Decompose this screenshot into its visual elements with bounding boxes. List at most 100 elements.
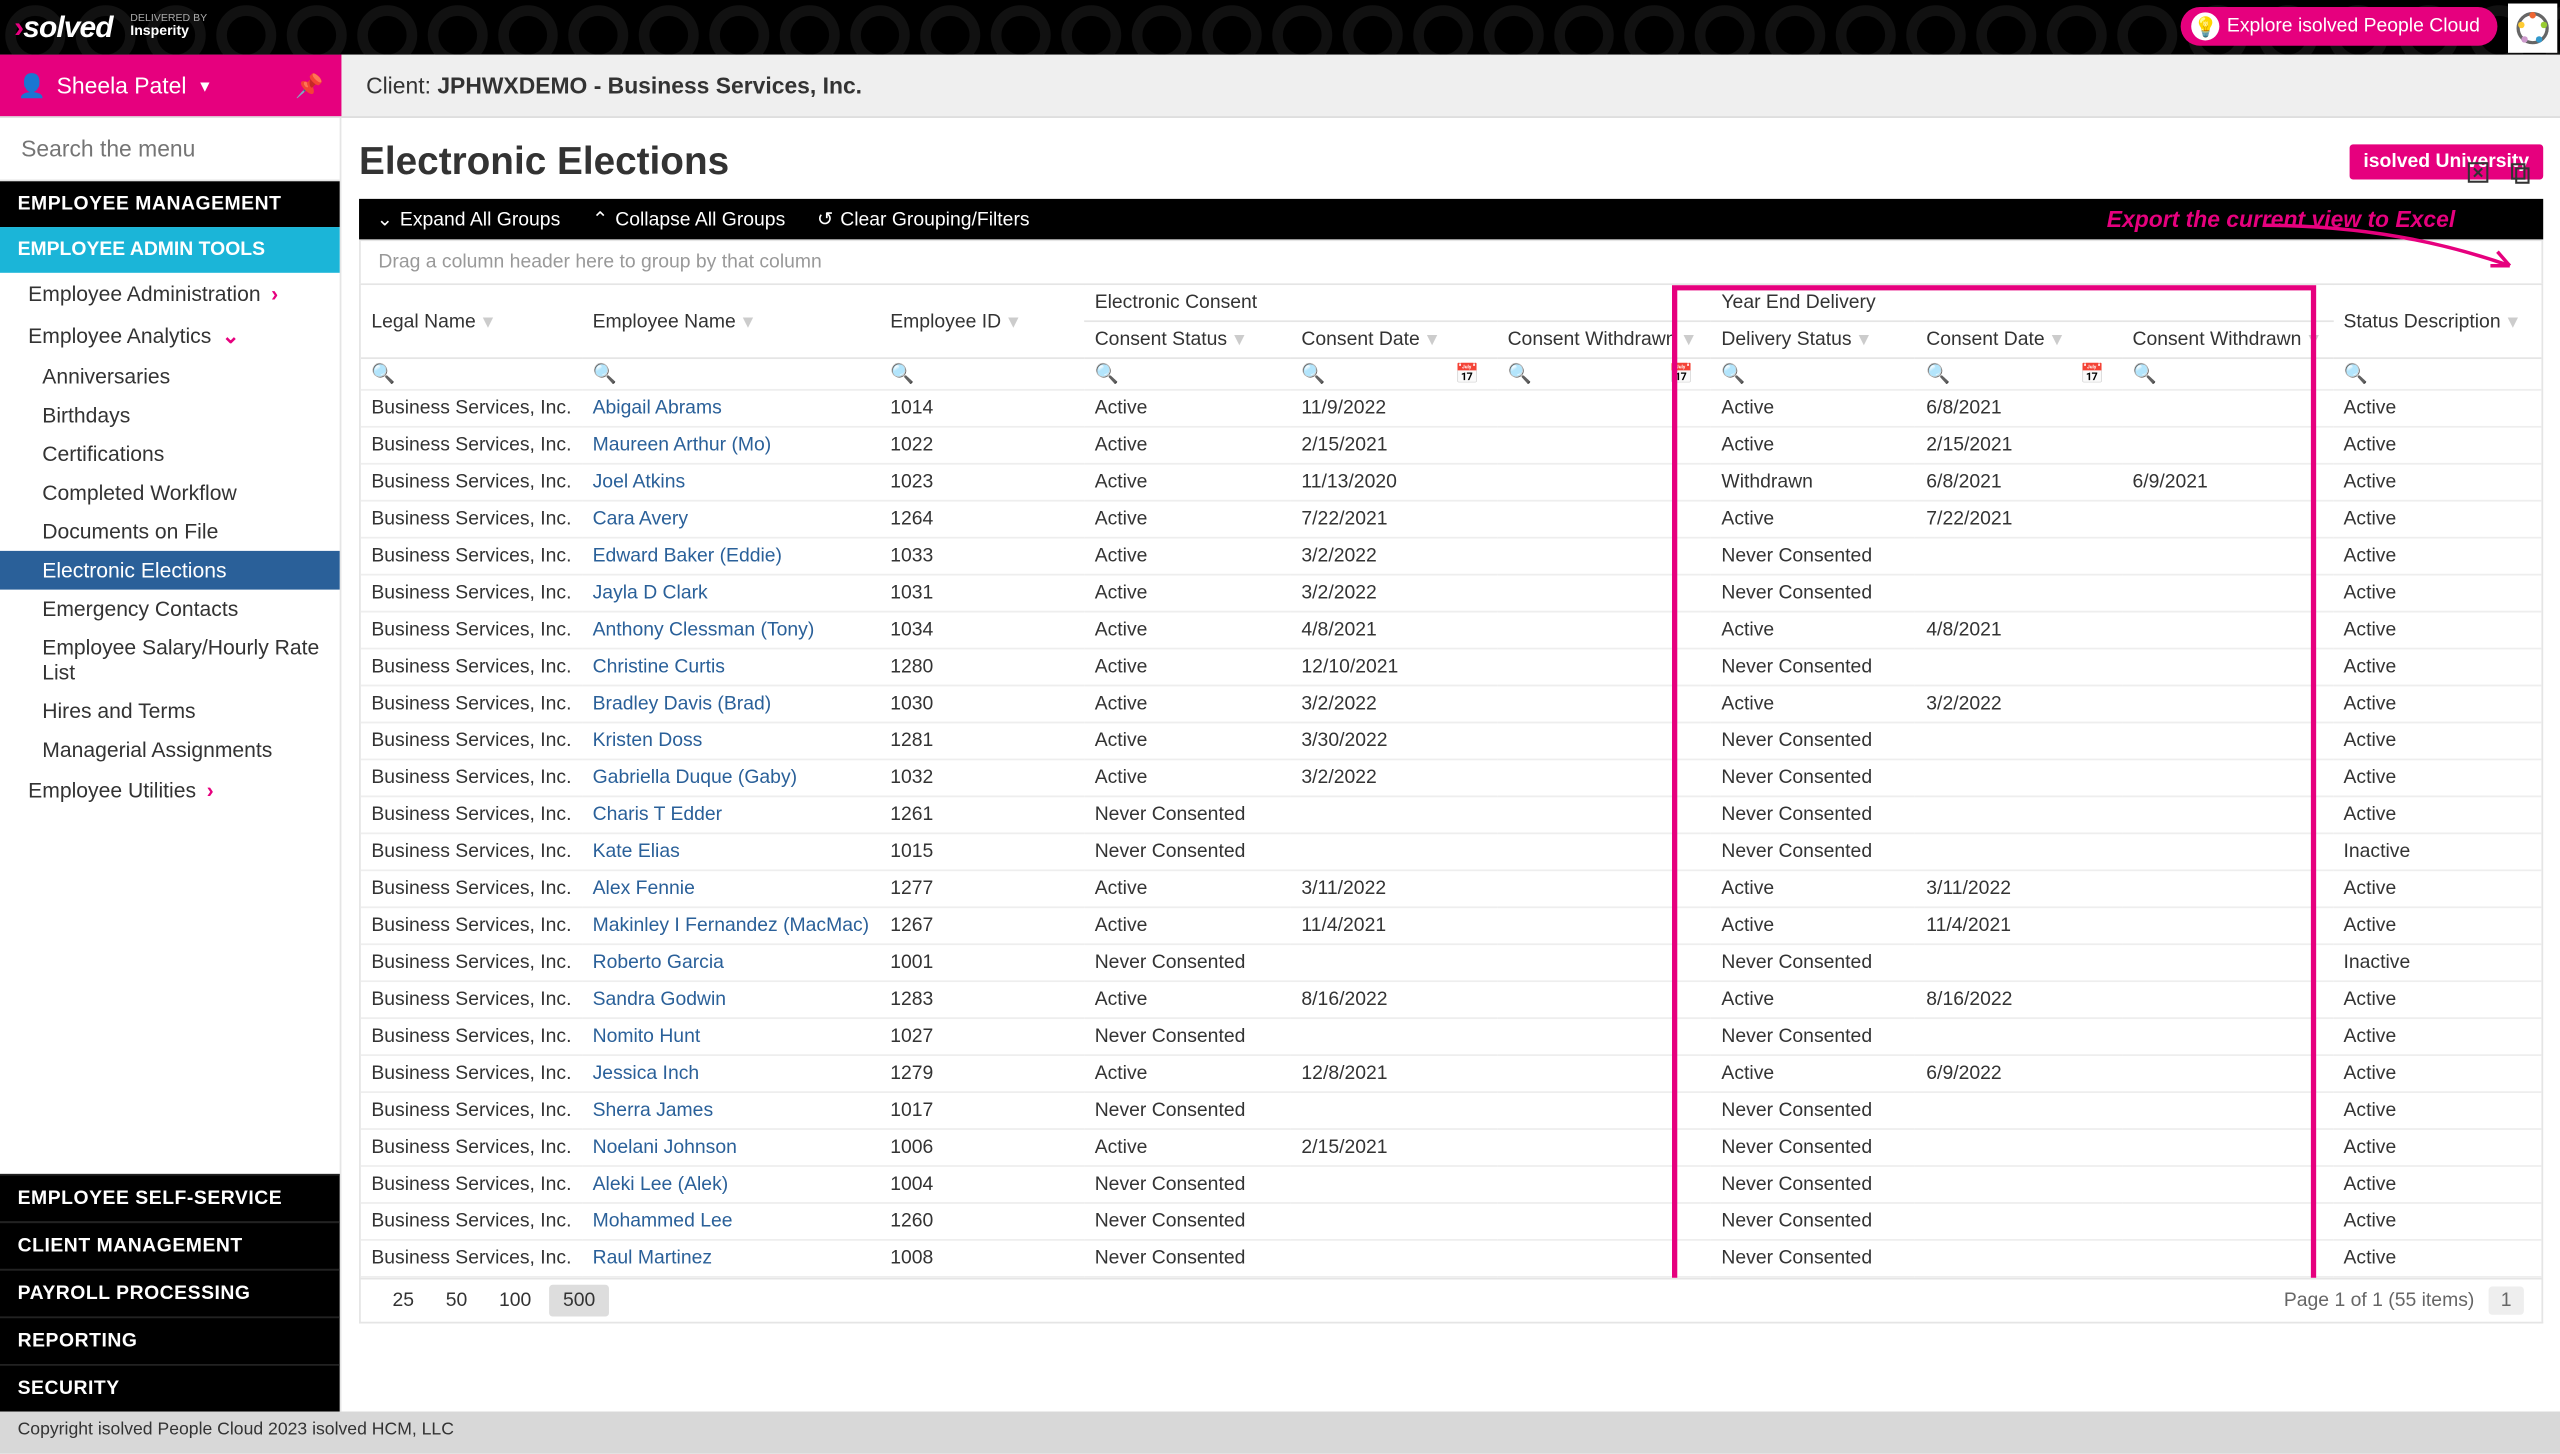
filter-icon[interactable]: ▼ <box>1680 331 1697 350</box>
filter-icon[interactable]: ▼ <box>1855 331 1872 350</box>
menu-search[interactable] <box>0 118 340 181</box>
cell-employee-name[interactable]: Kristen Doss <box>582 722 880 759</box>
group-drop-area[interactable]: Drag a column header here to group by th… <box>359 239 2543 283</box>
table-row[interactable]: Business Services, Inc.Kristen Doss1281A… <box>361 722 2542 759</box>
table-row[interactable]: Business Services, Inc.Gabriella Duque (… <box>361 759 2542 796</box>
search-delivery-status[interactable]: 🔍 <box>1711 358 1916 390</box>
cell-employee-name[interactable]: Joel Atkins <box>582 464 880 501</box>
page-size-100[interactable]: 100 <box>485 1285 545 1317</box>
nav-sub-emergency-contacts[interactable]: Emergency Contacts <box>0 590 340 629</box>
nav-sub-completed-workflow[interactable]: Completed Workflow <box>0 473 340 512</box>
search-consent-withdrawn[interactable]: 🔍📅 <box>1497 358 1711 390</box>
nav-sub-managerial-assignments[interactable]: Managerial Assignments <box>0 730 340 769</box>
col-status-description[interactable]: Status Description▼ <box>2333 285 2542 358</box>
nav-section-payroll-processing[interactable]: PAYROLL PROCESSING <box>0 1269 340 1317</box>
table-row[interactable]: Business Services, Inc.Bradley Davis (Br… <box>361 686 2542 723</box>
calendar-icon[interactable]: 📅 <box>1669 363 1693 386</box>
cell-employee-name[interactable]: Maureen Arthur (Mo) <box>582 427 880 464</box>
menu-search-input[interactable] <box>21 136 318 162</box>
cell-employee-name[interactable]: Mohammed Lee <box>582 1203 880 1240</box>
pin-icon[interactable]: 📌 <box>295 71 323 99</box>
cell-employee-name[interactable]: Cara Avery <box>582 501 880 538</box>
nav-sub-electronic-elections[interactable]: Electronic Elections <box>0 551 340 590</box>
user-menu[interactable]: 👤 Sheela Patel ▼ 📌 <box>0 55 341 117</box>
table-row[interactable]: Business Services, Inc.Jayla D Clark1031… <box>361 575 2542 612</box>
nav-sub-documents-on-file[interactable]: Documents on File <box>0 512 340 551</box>
table-row[interactable]: Business Services, Inc.Raul Martinez1008… <box>361 1240 2542 1277</box>
cell-employee-name[interactable]: Jayla D Clark <box>582 575 880 612</box>
col-d-consent-date[interactable]: Consent Date▼ <box>1916 321 2122 358</box>
search-d-consent-date[interactable]: 🔍📅 <box>1916 358 2122 390</box>
search-employee-id[interactable]: 🔍 <box>880 358 1084 390</box>
col-consent-status[interactable]: Consent Status▼ <box>1084 321 1291 358</box>
filter-icon[interactable]: ▼ <box>2305 331 2322 350</box>
nav-employee-analytics[interactable]: Employee Analytics⌄ <box>0 315 340 357</box>
col-employee-name[interactable]: Employee Name▼ <box>582 285 880 358</box>
cell-employee-name[interactable]: Noelani Johnson <box>582 1129 880 1166</box>
calendar-icon[interactable]: 📅 <box>1455 363 1479 386</box>
table-row[interactable]: Business Services, Inc.Christine Curtis1… <box>361 649 2542 686</box>
nav-section-reporting[interactable]: REPORTING <box>0 1316 340 1364</box>
copy-button[interactable] <box>2508 160 2533 190</box>
col-employee-id[interactable]: Employee ID▼ <box>880 285 1084 358</box>
table-row[interactable]: Business Services, Inc.Aleki Lee (Alek)1… <box>361 1166 2542 1203</box>
filter-icon[interactable]: ▼ <box>479 312 496 331</box>
filter-icon[interactable]: ▼ <box>739 312 756 331</box>
cell-employee-name[interactable]: Charis T Edder <box>582 796 880 833</box>
cell-employee-name[interactable]: Sandra Godwin <box>582 981 880 1018</box>
nav-employee-administration[interactable]: Employee Administration› <box>0 273 340 315</box>
cell-employee-name[interactable]: Gabriella Duque (Gaby) <box>582 759 880 796</box>
clear-grouping-filters-button[interactable]: ↺Clear Grouping/Filters <box>817 208 1030 231</box>
cell-employee-name[interactable]: Bradley Davis (Brad) <box>582 686 880 723</box>
filter-icon[interactable]: ▼ <box>2048 331 2065 350</box>
table-row[interactable]: Business Services, Inc.Kate Elias1015Nev… <box>361 833 2542 870</box>
table-row[interactable]: Business Services, Inc.Cara Avery1264Act… <box>361 501 2542 538</box>
nav-section-security[interactable]: SECURITY <box>0 1364 340 1412</box>
page-number[interactable]: 1 <box>2488 1287 2523 1315</box>
cell-employee-name[interactable]: Nomito Hunt <box>582 1018 880 1055</box>
cell-employee-name[interactable]: Roberto Garcia <box>582 944 880 981</box>
cell-employee-name[interactable]: Aleki Lee (Alek) <box>582 1166 880 1203</box>
filter-icon[interactable]: ▼ <box>1005 312 1022 331</box>
nav-sub-employee-salary-hourly-rate-list[interactable]: Employee Salary/Hourly Rate List <box>0 628 340 691</box>
collapse-all-groups-button[interactable]: ⌃Collapse All Groups <box>592 208 785 231</box>
cell-employee-name[interactable]: Jessica Inch <box>582 1055 880 1092</box>
page-size-50[interactable]: 50 <box>432 1285 482 1317</box>
search-d-consent-withdrawn[interactable]: 🔍 <box>2122 358 2333 390</box>
col-consent-date[interactable]: Consent Date▼ <box>1291 321 1497 358</box>
nav-sub-anniversaries[interactable]: Anniversaries <box>0 357 340 396</box>
table-row[interactable]: Business Services, Inc.Abigail Abrams101… <box>361 390 2542 427</box>
table-row[interactable]: Business Services, Inc.Sandra Godwin1283… <box>361 981 2542 1018</box>
table-row[interactable]: Business Services, Inc.Anthony Clessman … <box>361 612 2542 649</box>
search-legal-name[interactable]: 🔍 <box>361 358 582 390</box>
table-row[interactable]: Business Services, Inc.Maureen Arthur (M… <box>361 427 2542 464</box>
page-size-25[interactable]: 25 <box>378 1285 428 1317</box>
cell-employee-name[interactable]: Kate Elias <box>582 833 880 870</box>
nav-section-employee-admin-tools[interactable]: EMPLOYEE ADMIN TOOLS <box>0 227 340 273</box>
nav-sub-birthdays[interactable]: Birthdays <box>0 396 340 435</box>
page-size-500[interactable]: 500 <box>549 1285 609 1317</box>
nav-sub-certifications[interactable]: Certifications <box>0 435 340 474</box>
calendar-icon[interactable]: 📅 <box>2080 363 2104 386</box>
filter-icon[interactable]: ▼ <box>1231 331 1248 350</box>
search-status[interactable]: 🔍 <box>2333 358 2542 390</box>
table-row[interactable]: Business Services, Inc.Mohammed Lee1260N… <box>361 1203 2542 1240</box>
cell-employee-name[interactable]: Raul Martinez <box>582 1240 880 1277</box>
table-row[interactable]: Business Services, Inc.Sherra James1017N… <box>361 1092 2542 1129</box>
cell-employee-name[interactable]: Sherra James <box>582 1092 880 1129</box>
table-row[interactable]: Business Services, Inc.Jessica Inch1279A… <box>361 1055 2542 1092</box>
cell-employee-name[interactable]: Christine Curtis <box>582 649 880 686</box>
cell-employee-name[interactable]: Edward Baker (Eddie) <box>582 538 880 575</box>
col-consent-withdrawn[interactable]: Consent Withdrawn▼ <box>1497 321 1711 358</box>
nav-employee-utilities[interactable]: Employee Utilities› <box>0 769 340 811</box>
export-excel-button[interactable] <box>2466 160 2491 190</box>
table-row[interactable]: Business Services, Inc.Makinley I Fernan… <box>361 907 2542 944</box>
filter-icon[interactable]: ▼ <box>1423 331 1440 350</box>
col-legal-name[interactable]: Legal Name▼ <box>361 285 582 358</box>
table-row[interactable]: Business Services, Inc.Charis T Edder126… <box>361 796 2542 833</box>
nav-section-client-management[interactable]: CLIENT MANAGEMENT <box>0 1221 340 1269</box>
color-wheel-icon[interactable] <box>2508 4 2557 53</box>
table-row[interactable]: Business Services, Inc.Nomito Hunt1027Ne… <box>361 1018 2542 1055</box>
search-consent-date[interactable]: 🔍📅 <box>1291 358 1497 390</box>
table-row[interactable]: Business Services, Inc.Roberto Garcia100… <box>361 944 2542 981</box>
